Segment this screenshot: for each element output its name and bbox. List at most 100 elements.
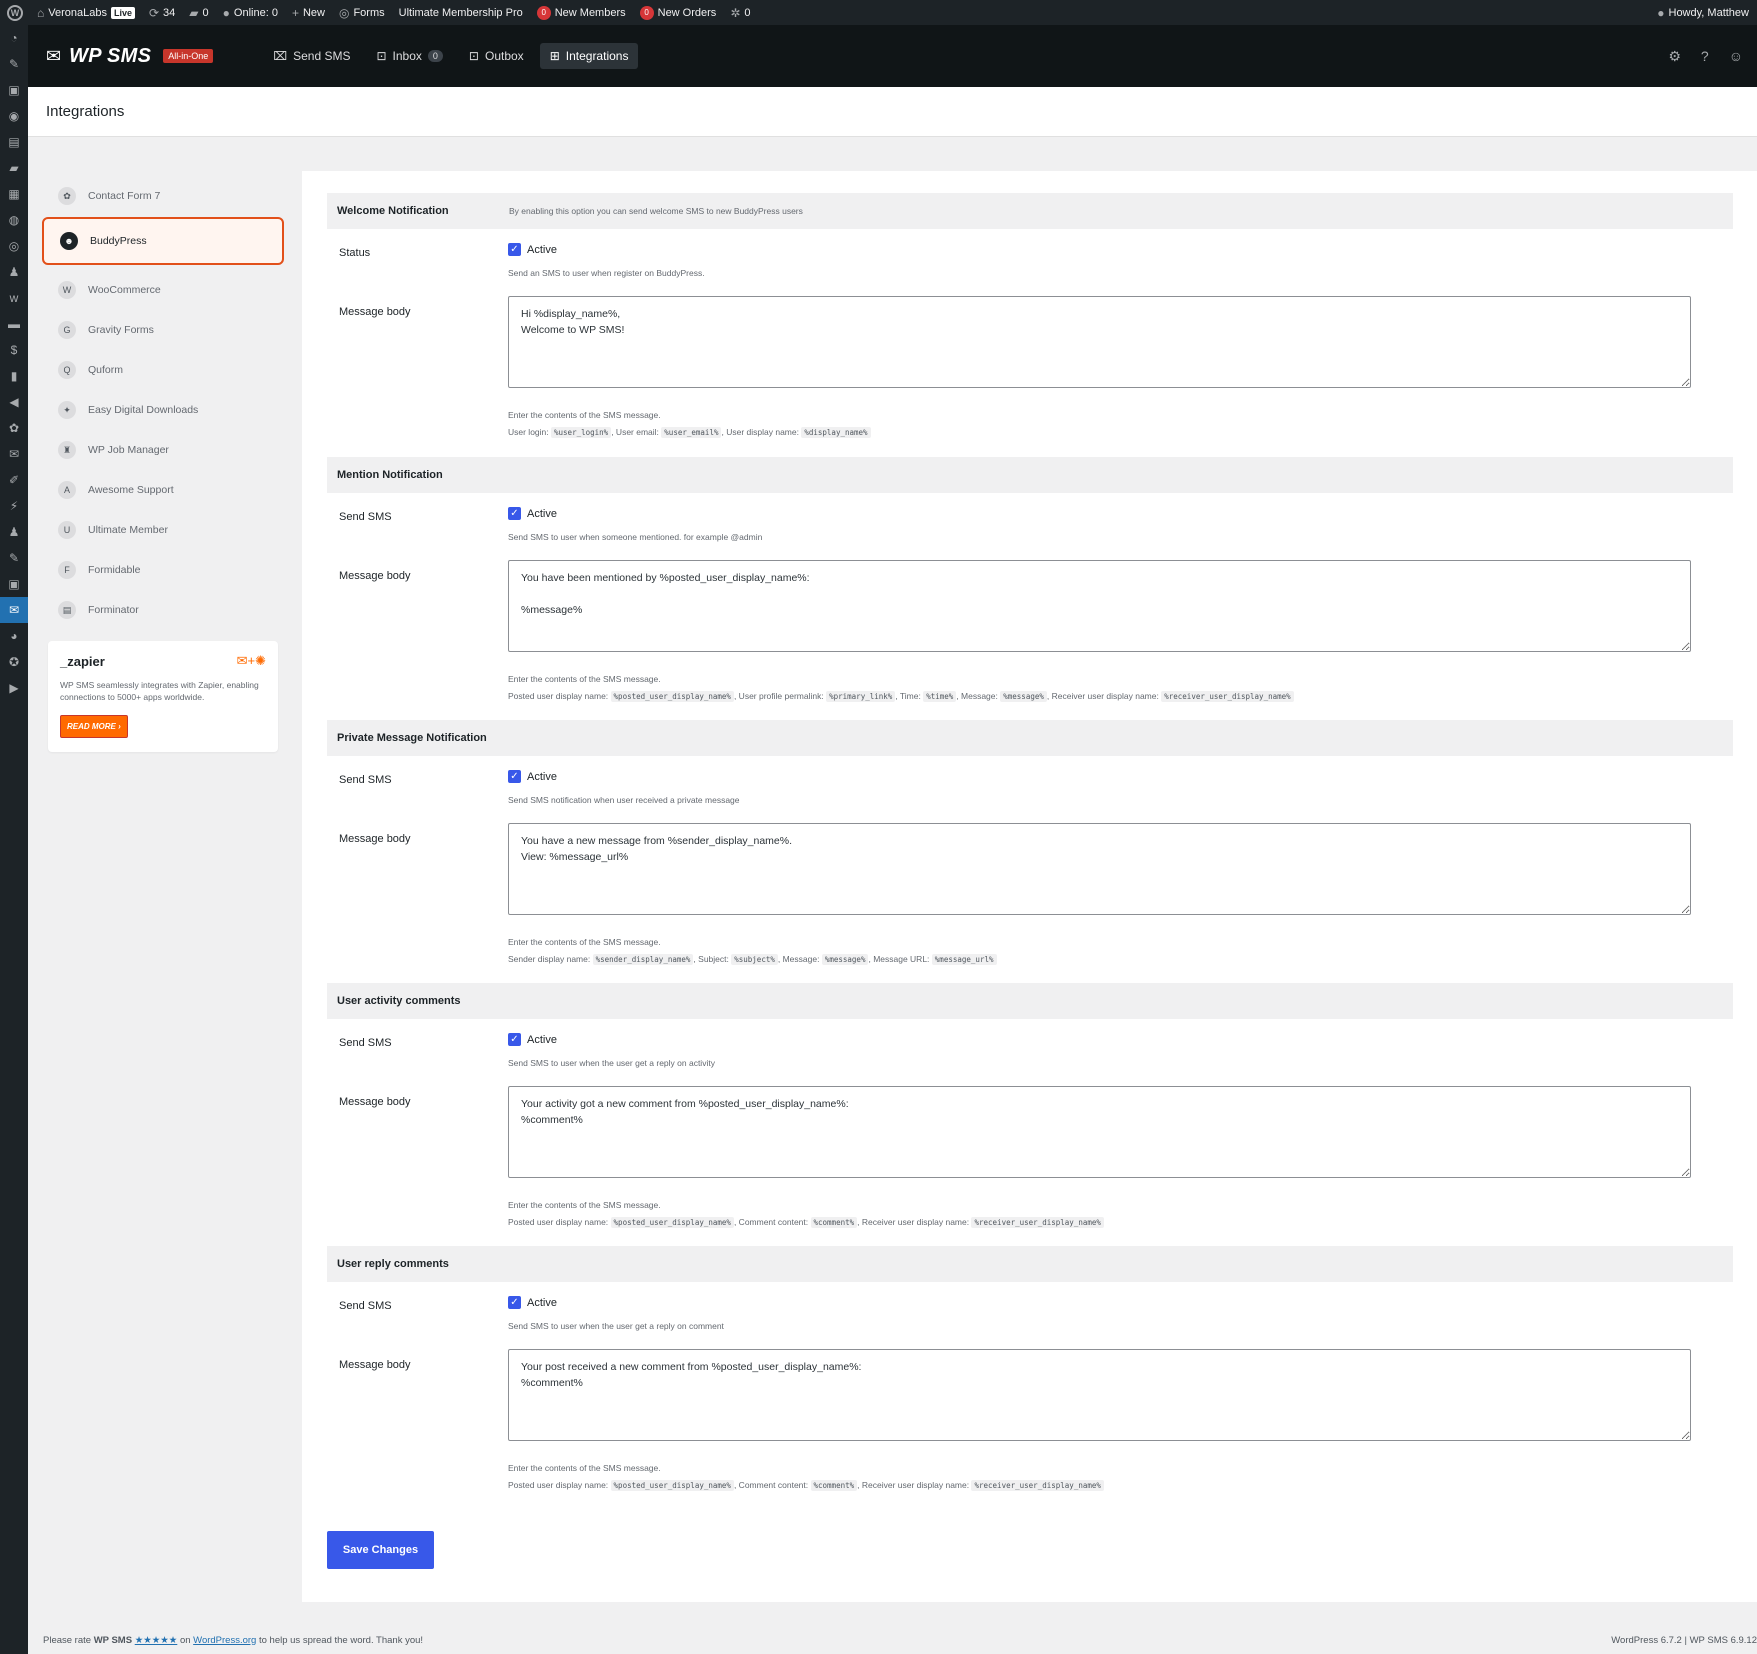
- comments-menu[interactable]: ▰ 0: [182, 0, 215, 25]
- membership-icon[interactable]: ◍: [0, 207, 28, 233]
- integration-quform[interactable]: Q Quform: [42, 351, 284, 389]
- accessibility-icon[interactable]: ✪: [0, 649, 28, 675]
- new-members-label: New Members: [554, 6, 626, 19]
- media-icon[interactable]: ▣: [0, 77, 28, 103]
- brand[interactable]: ✉ WP SMS All-in-One: [46, 45, 214, 68]
- message-body-textarea[interactable]: Hi %display_name%, Welcome to WP SMS!: [508, 296, 1691, 388]
- active-checkbox[interactable]: ✓: [508, 1033, 521, 1046]
- comments-menu-icon[interactable]: ▰: [0, 155, 28, 181]
- misc-menu[interactable]: ✲ 0: [723, 0, 757, 25]
- var-label: , Subject:: [693, 954, 729, 964]
- tools-icon[interactable]: ✐: [0, 467, 28, 493]
- mail-icon[interactable]: ✉: [0, 441, 28, 467]
- page-title-bar: Integrations: [28, 87, 1757, 137]
- var-code: %receiver_user_display_name%: [971, 1480, 1104, 1491]
- site-name-menu[interactable]: ⌂ VeronaLabs Live: [30, 0, 142, 25]
- message-body-textarea[interactable]: You have been mentioned by %posted_user_…: [508, 560, 1691, 652]
- cog-wheel-icon: ✲: [730, 5, 741, 20]
- collapse-menu-icon[interactable]: ▶: [0, 675, 28, 701]
- integration-label: WooCommerce: [88, 284, 161, 296]
- var-label: Sender display name:: [508, 954, 591, 964]
- woocommerce-menu-icon[interactable]: w: [0, 285, 28, 311]
- settings-icon[interactable]: ▣: [0, 571, 28, 597]
- integration-label: Contact Form 7: [88, 190, 161, 202]
- integration-wp-job-manager[interactable]: ♜ WP Job Manager: [42, 431, 284, 469]
- wp-logo-menu[interactable]: W: [0, 0, 30, 25]
- privacy-icon[interactable]: ☺: [1729, 48, 1743, 65]
- message-body-label: Message body: [339, 570, 411, 582]
- var-label: , Time:: [895, 691, 921, 701]
- variables-line: Posted user display name: %posted_user_d…: [508, 688, 1691, 705]
- my-account-menu[interactable]: ● Howdy, Matthew: [1650, 0, 1757, 25]
- message-hint: Enter the contents of the SMS message. S…: [508, 934, 1691, 968]
- rate-suffix: to help us spread the word. Thank you!: [258, 1634, 424, 1646]
- forms-menu-icon[interactable]: ◉: [0, 103, 28, 129]
- integration-forminator[interactable]: ▤ Forminator: [42, 591, 284, 629]
- var-code: %display_name%: [801, 427, 871, 438]
- new-content-menu[interactable]: + New: [285, 0, 332, 25]
- save-changes-button[interactable]: Save Changes: [327, 1531, 434, 1569]
- products-icon[interactable]: ▬: [0, 311, 28, 337]
- message-body-textarea[interactable]: Your post received a new comment from %p…: [508, 1349, 1691, 1441]
- forms-menu[interactable]: ◎ Forms: [332, 0, 392, 25]
- new-members-menu[interactable]: 0 New Members: [530, 0, 633, 25]
- active-checkbox[interactable]: ✓: [508, 1296, 521, 1309]
- globe-icon: ●: [222, 5, 230, 20]
- nav-inbox[interactable]: ⊡ Inbox 0: [366, 43, 452, 69]
- integration-ultimate-member[interactable]: U Ultimate Member: [42, 511, 284, 549]
- new-orders-menu[interactable]: 0 New Orders: [633, 0, 724, 25]
- var-label: , Receiver user display name:: [857, 1217, 970, 1227]
- integration-contact-form-7[interactable]: ✿ Contact Form 7: [42, 177, 284, 215]
- posts-icon[interactable]: ✎: [0, 51, 28, 77]
- wordpress-org-link[interactable]: WordPress.org: [193, 1635, 256, 1646]
- section-welcome-notification: Welcome Notification By enabling this op…: [327, 193, 1733, 464]
- online-menu[interactable]: ● Online: 0: [216, 0, 285, 25]
- analytics-icon[interactable]: ▮: [0, 363, 28, 389]
- rating-stars-link[interactable]: ★★★★★: [135, 1635, 178, 1646]
- active-checkbox[interactable]: ✓: [508, 243, 521, 256]
- integration-gravity-forms[interactable]: G Gravity Forms: [42, 311, 284, 349]
- nav-label: Outbox: [484, 49, 524, 63]
- wordpress-logo-icon: W: [7, 4, 23, 21]
- users-icon[interactable]: ♟: [0, 519, 28, 545]
- active-checkbox[interactable]: ✓: [508, 770, 521, 783]
- forminator-icon: ▤: [58, 601, 76, 619]
- nav-send-sms[interactable]: ⌧ Send SMS: [263, 43, 360, 69]
- users-group-icon[interactable]: ♟: [0, 259, 28, 285]
- updates-menu[interactable]: ⟳ 34: [142, 0, 182, 25]
- var-label: Posted user display name:: [508, 1217, 609, 1227]
- status-label: Status: [339, 247, 371, 259]
- payments-icon[interactable]: $: [0, 337, 28, 363]
- marketing-icon[interactable]: ◀: [0, 389, 28, 415]
- integration-woocommerce[interactable]: W WooCommerce: [42, 271, 284, 309]
- pages-icon[interactable]: ▤: [0, 129, 28, 155]
- ump-menu[interactable]: Ultimate Membership Pro: [392, 0, 530, 25]
- integration-buddypress[interactable]: ☻ BuddyPress: [42, 217, 284, 265]
- integration-awesome-support[interactable]: A Awesome Support: [42, 471, 284, 509]
- section-title: Welcome Notification: [337, 205, 449, 217]
- integration-easy-digital-downloads[interactable]: ✦ Easy Digital Downloads: [42, 391, 284, 429]
- nav-outbox[interactable]: ⊡ Outbox: [459, 43, 534, 69]
- dashboard-icon[interactable]: ◔: [0, 25, 28, 51]
- wrench-icon[interactable]: ✎: [0, 545, 28, 571]
- settings-gear-icon[interactable]: ⚙: [1668, 48, 1681, 65]
- integration-formidable[interactable]: F Formidable: [42, 551, 284, 589]
- statistics-icon[interactable]: ◕: [0, 623, 28, 649]
- send-sms-label: Send SMS: [339, 774, 392, 786]
- help-icon[interactable]: ?: [1701, 48, 1709, 65]
- plugins-icon[interactable]: ⚡: [0, 493, 28, 519]
- message-body-textarea[interactable]: You have a new message from %sender_disp…: [508, 823, 1691, 915]
- var-code: %message_url%: [931, 954, 997, 965]
- integration-label: Gravity Forms: [88, 324, 154, 336]
- var-code: %message%: [821, 954, 869, 965]
- active-checkbox[interactable]: ✓: [508, 507, 521, 520]
- message-body-textarea[interactable]: Your activity got a new comment from %po…: [508, 1086, 1691, 1178]
- hint-intro: Enter the contents of the SMS message.: [508, 410, 661, 420]
- search-icon[interactable]: ◎: [0, 233, 28, 259]
- appearance-icon[interactable]: ✿: [0, 415, 28, 441]
- nav-integrations[interactable]: ⊞ Integrations: [539, 43, 639, 69]
- hint-intro: Enter the contents of the SMS message.: [508, 937, 661, 947]
- zapier-read-more-button[interactable]: READ MORE ›: [60, 715, 128, 738]
- blocks-icon[interactable]: ▦: [0, 181, 28, 207]
- wp-sms-menu-icon[interactable]: ✉: [0, 597, 28, 623]
